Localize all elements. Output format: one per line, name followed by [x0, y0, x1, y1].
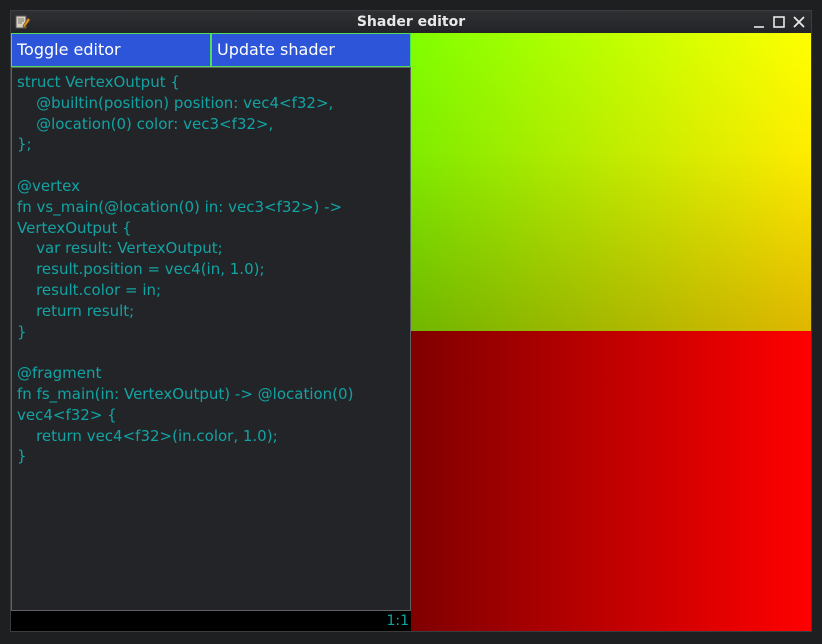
code-line[interactable]: return result;	[17, 301, 405, 322]
shader-editor-window: Shader editor Toggle editor Update shade…	[10, 10, 812, 632]
code-editor[interactable]: struct VertexOutput { @builtin(position)…	[11, 67, 411, 611]
window-controls	[751, 11, 807, 33]
code-line[interactable]	[17, 342, 405, 363]
title-bar[interactable]: Shader editor	[11, 11, 811, 33]
code-line[interactable]: struct VertexOutput {	[17, 72, 405, 93]
code-line[interactable]: VertexOutput {	[17, 218, 405, 239]
code-text[interactable]: struct VertexOutput { @builtin(position)…	[12, 68, 410, 471]
code-line[interactable]: };	[17, 134, 405, 155]
maximize-icon[interactable]	[771, 14, 787, 30]
code-line[interactable]: var result: VertexOutput;	[17, 238, 405, 259]
minimize-icon[interactable]	[751, 14, 767, 30]
code-line[interactable]: @vertex	[17, 176, 405, 197]
app-icon	[15, 15, 31, 29]
code-line[interactable]: fn fs_main(in: VertexOutput) -> @locatio…	[17, 384, 405, 405]
window-title: Shader editor	[356, 14, 466, 30]
screen: Shader editor Toggle editor Update shade…	[0, 0, 822, 644]
code-line[interactable]: }	[17, 322, 405, 343]
code-line[interactable]	[17, 155, 405, 176]
cursor-position: 1:1	[386, 613, 409, 629]
code-line[interactable]: @location(0) color: vec3<f32>,	[17, 114, 405, 135]
editor-toolbar: Toggle editor Update shader	[11, 33, 411, 67]
code-line[interactable]: result.color = in;	[17, 280, 405, 301]
code-line[interactable]: @builtin(position) position: vec4<f32>,	[17, 93, 405, 114]
code-line[interactable]: vec4<f32> {	[17, 405, 405, 426]
editor-panel: Toggle editor Update shader struct Verte…	[11, 33, 411, 611]
status-bar: 1:1	[11, 611, 411, 631]
code-line[interactable]: return vec4<f32>(in.color, 1.0);	[17, 426, 405, 447]
code-line[interactable]: }	[17, 446, 405, 467]
toggle-editor-button[interactable]: Toggle editor	[11, 33, 211, 67]
update-shader-button[interactable]: Update shader	[211, 33, 411, 67]
code-line[interactable]: fn vs_main(@location(0) in: vec3<f32>) -…	[17, 197, 405, 218]
close-icon[interactable]	[791, 14, 807, 30]
code-line[interactable]: result.position = vec4(in, 1.0);	[17, 259, 405, 280]
code-line[interactable]: @fragment	[17, 363, 405, 384]
